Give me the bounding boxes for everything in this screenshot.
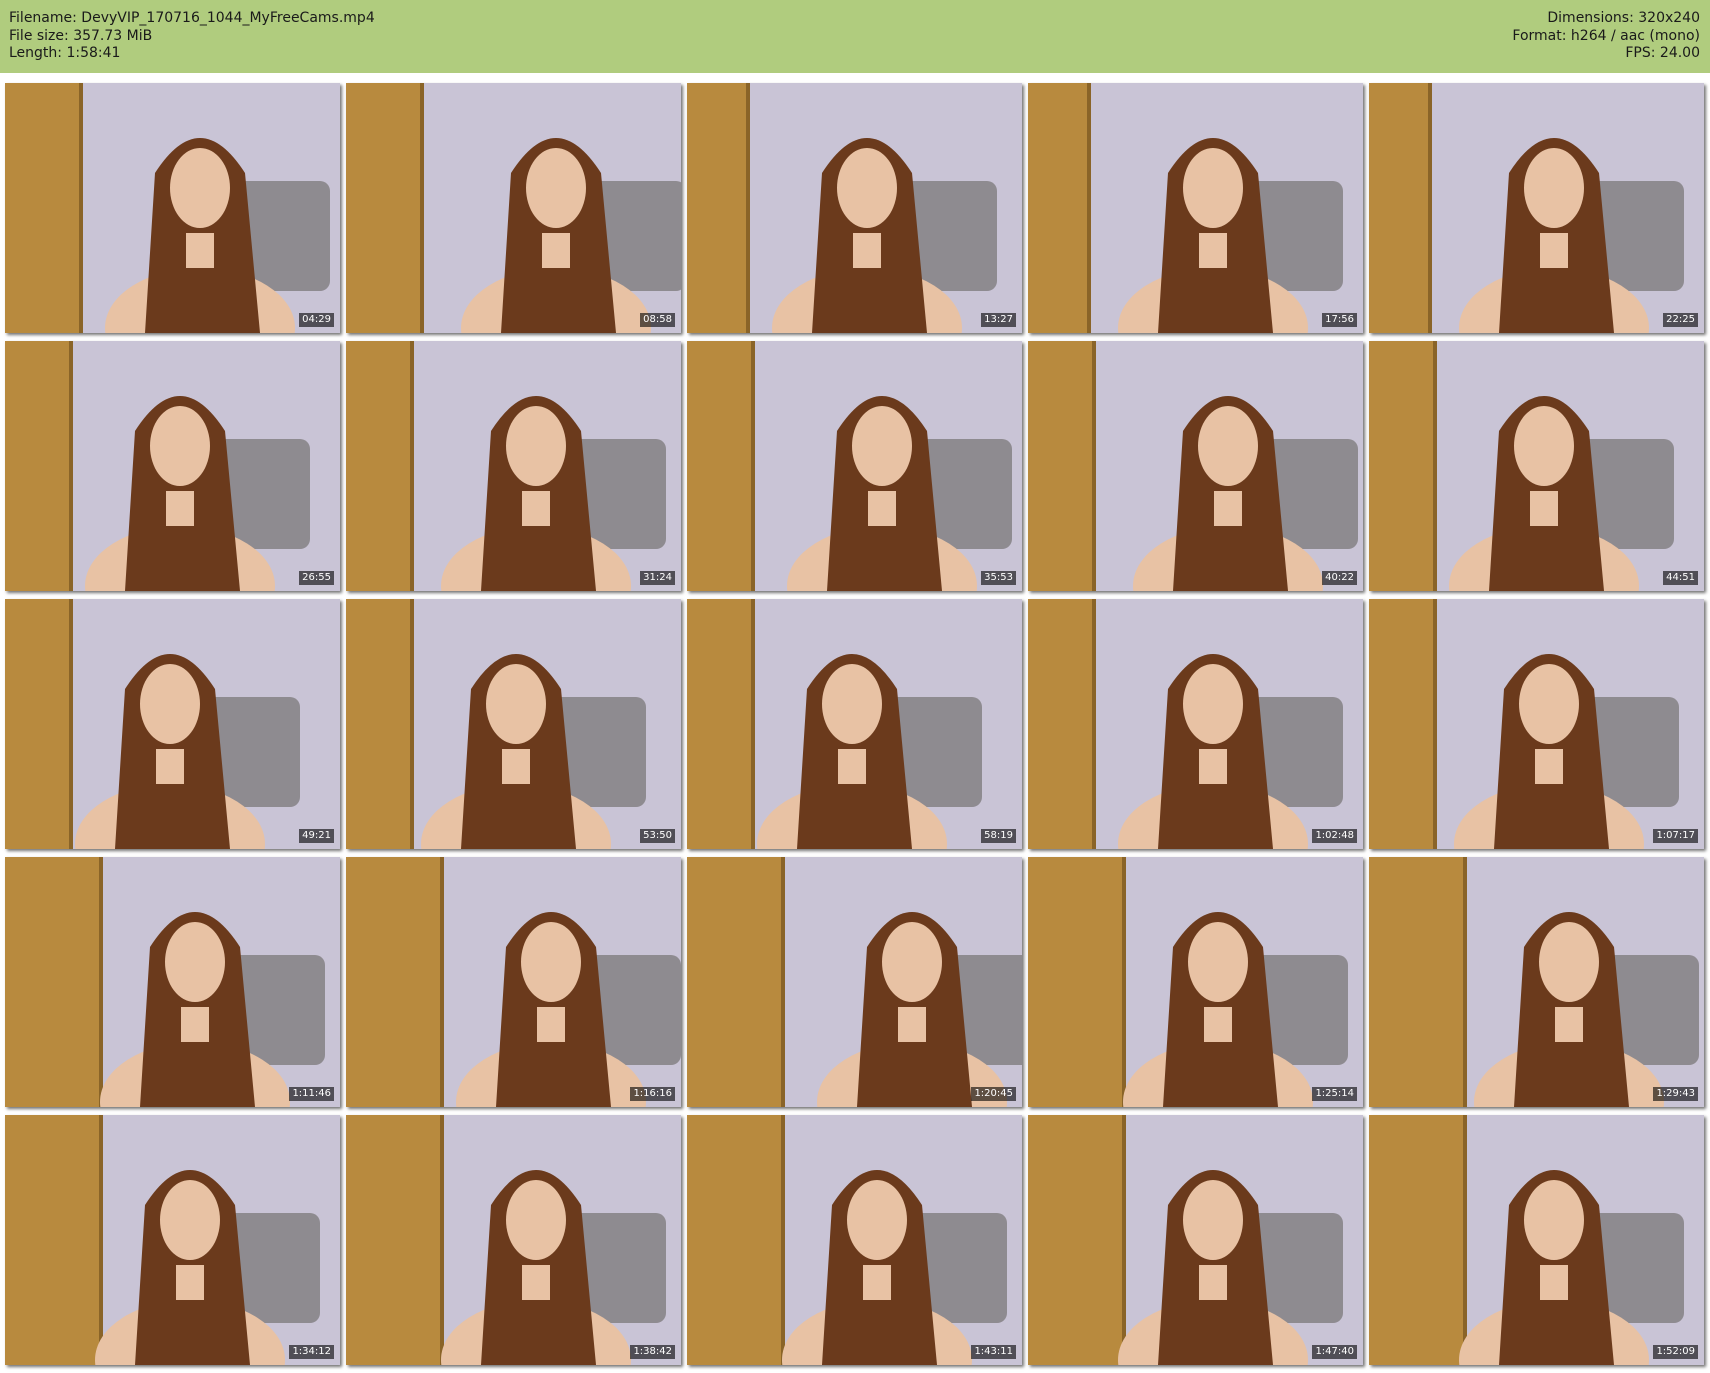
video-thumbnail: 1:43:11: [687, 1115, 1022, 1365]
file-info-header: Filename: DevyVIP_170716_1044_MyFreeCams…: [0, 0, 1710, 73]
video-thumbnail: 1:38:42: [346, 1115, 681, 1365]
file-info-left: Filename: DevyVIP_170716_1044_MyFreeCams…: [9, 10, 375, 63]
video-thumbnail: 58:19: [687, 599, 1022, 849]
video-thumbnail: 49:21: [5, 599, 340, 849]
video-thumbnail: 1:34:12: [5, 1115, 340, 1365]
frame-image: [1369, 599, 1704, 849]
frame-timestamp: 1:11:46: [289, 1087, 334, 1101]
frame-timestamp: 1:29:43: [1653, 1087, 1698, 1101]
fps-text: FPS: 24.00: [1625, 45, 1700, 61]
frame-timestamp: 49:21: [299, 829, 334, 843]
filesize-text: File size: 357.73 MiB: [9, 27, 153, 44]
video-thumbnail: 26:55: [5, 341, 340, 591]
video-thumbnail: 53:50: [346, 599, 681, 849]
frame-timestamp: 1:38:42: [630, 1345, 675, 1359]
video-thumbnail: 44:51: [1369, 341, 1704, 591]
video-thumbnail: 1:25:14: [1028, 857, 1363, 1107]
video-thumbnail: 1:16:16: [346, 857, 681, 1107]
frame-image: [687, 599, 1022, 849]
thumbnail-grid: 04:29 08:58 13:27 17:56 22:25 26:55 31:24 35:53…: [5, 83, 1710, 1370]
frame-image: [1369, 1115, 1704, 1365]
video-thumbnail: 22:25: [1369, 83, 1704, 333]
length-text: Length: 1:58:41: [9, 45, 121, 61]
video-thumbnail: 1:52:09: [1369, 1115, 1704, 1365]
file-info-right: Dimensions: 320x240 Format: h264 / aac (…: [1512, 10, 1700, 63]
frame-image: [1028, 1115, 1363, 1365]
frame-image: [1369, 341, 1704, 591]
frame-image: [687, 857, 1022, 1107]
video-thumbnail: 1:02:48: [1028, 599, 1363, 849]
frame-timestamp: 1:25:14: [1312, 1087, 1357, 1101]
frame-timestamp: 40:22: [1322, 571, 1357, 585]
video-thumbnail: 1:20:45: [687, 857, 1022, 1107]
video-thumbnail: 04:29: [5, 83, 340, 333]
video-thumbnail: 35:53: [687, 341, 1022, 591]
frame-timestamp: 1:47:40: [1312, 1345, 1357, 1359]
video-thumbnail: 1:29:43: [1369, 857, 1704, 1107]
video-thumbnail: 08:58: [346, 83, 681, 333]
frame-image: [687, 83, 1022, 333]
video-thumbnail: 40:22: [1028, 341, 1363, 591]
frame-timestamp: 53:50: [640, 829, 675, 843]
frame-image: [1369, 857, 1704, 1107]
frame-image: [5, 341, 340, 591]
frame-image: [346, 857, 681, 1107]
frame-timestamp: 04:29: [299, 313, 334, 327]
frame-timestamp: 1:52:09: [1653, 1345, 1698, 1359]
video-thumbnail: 1:11:46: [5, 857, 340, 1107]
dimensions-text: Dimensions: 320x240: [1547, 10, 1700, 26]
frame-image: [346, 83, 681, 333]
frame-image: [5, 83, 340, 333]
frame-image: [5, 857, 340, 1107]
frame-image: [1028, 599, 1363, 849]
video-thumbnail: 1:07:17: [1369, 599, 1704, 849]
frame-timestamp: 58:19: [981, 829, 1016, 843]
frame-timestamp: 31:24: [640, 571, 675, 585]
frame-timestamp: 1:34:12: [289, 1345, 334, 1359]
frame-timestamp: 1:02:48: [1312, 829, 1357, 843]
frame-timestamp: 17:56: [1322, 313, 1357, 327]
frame-timestamp: 22:25: [1663, 313, 1698, 327]
frame-timestamp: 44:51: [1663, 571, 1698, 585]
frame-image: [687, 1115, 1022, 1365]
frame-timestamp: 1:07:17: [1653, 829, 1698, 843]
frame-image: [346, 599, 681, 849]
frame-image: [5, 1115, 340, 1365]
frame-image: [346, 1115, 681, 1365]
video-thumbnail: 17:56: [1028, 83, 1363, 333]
frame-timestamp: 26:55: [299, 571, 334, 585]
video-thumbnail: 31:24: [346, 341, 681, 591]
frame-timestamp: 1:16:16: [630, 1087, 675, 1101]
frame-timestamp: 1:20:45: [971, 1087, 1016, 1101]
frame-image: [1028, 341, 1363, 591]
frame-image: [5, 599, 340, 849]
frame-timestamp: 13:27: [981, 313, 1016, 327]
frame-timestamp: 08:58: [640, 313, 675, 327]
frame-image: [1369, 83, 1704, 333]
frame-image: [1028, 857, 1363, 1107]
video-thumbnail: 1:47:40: [1028, 1115, 1363, 1365]
frame-image: [687, 341, 1022, 591]
format-text: Format: h264 / aac (mono): [1512, 27, 1700, 44]
frame-image: [1028, 83, 1363, 333]
frame-timestamp: 35:53: [981, 571, 1016, 585]
frame-timestamp: 1:43:11: [971, 1345, 1016, 1359]
frame-image: [346, 341, 681, 591]
filename-text: Filename: DevyVIP_170716_1044_MyFreeCams…: [9, 10, 375, 26]
video-thumbnail: 13:27: [687, 83, 1022, 333]
